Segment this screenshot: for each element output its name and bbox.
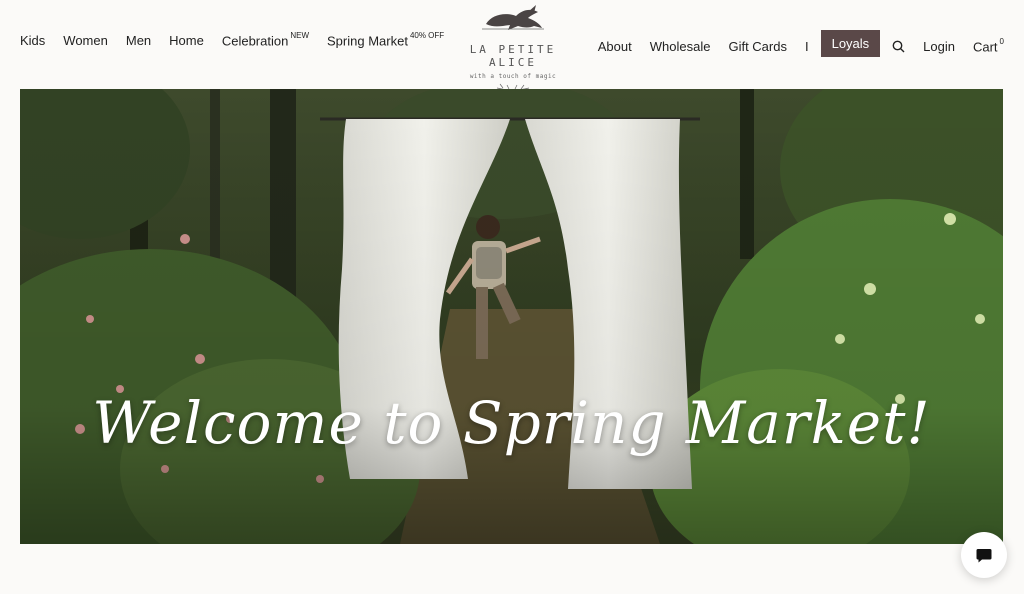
site-header: Kids Women Men Home Celebration NEW Sprin… xyxy=(0,0,1024,91)
nav-kids[interactable]: Kids xyxy=(20,33,45,48)
hero-image xyxy=(20,89,1003,544)
new-badge: NEW xyxy=(290,31,310,40)
nav-cart[interactable]: Cart 0 xyxy=(973,36,1004,54)
hero-title: Welcome to Spring Market! xyxy=(92,389,931,457)
brand-name: LA PETITE ALICE xyxy=(469,43,557,69)
utility-nav: About Wholesale Gift Cards I Loyals Logi… xyxy=(580,30,1004,60)
nav-men[interactable]: Men xyxy=(126,33,151,48)
hare-logo-icon xyxy=(482,5,544,30)
nav-home[interactable]: Home xyxy=(169,33,204,48)
discount-badge: 40% OFF xyxy=(409,31,445,40)
nav-login[interactable]: Login xyxy=(923,39,955,54)
chat-icon xyxy=(976,549,992,563)
nav-about[interactable]: About xyxy=(598,39,632,54)
brand-logo[interactable]: LA PETITE ALICE with a touch of magic xyxy=(448,4,578,91)
nav-divider: I xyxy=(804,39,809,54)
nav-women[interactable]: Women xyxy=(63,33,108,48)
chat-button[interactable] xyxy=(961,532,1007,578)
brand-tagline: with a touch of magic xyxy=(469,73,557,80)
main-nav: Kids Women Men Home Celebration NEW Sprin… xyxy=(20,31,462,48)
nav-celebration[interactable]: Celebration NEW xyxy=(222,31,310,48)
nav-spring-market[interactable]: Spring Market 40% OFF xyxy=(327,31,445,48)
hero-banner[interactable]: Welcome to Spring Market! xyxy=(20,89,1003,544)
search-icon[interactable] xyxy=(892,40,905,53)
cart-count: 0 xyxy=(999,36,1004,46)
nav-wholesale[interactable]: Wholesale xyxy=(650,39,711,54)
loyals-button[interactable]: Loyals xyxy=(820,30,881,57)
nav-gift-cards[interactable]: Gift Cards xyxy=(728,39,787,54)
